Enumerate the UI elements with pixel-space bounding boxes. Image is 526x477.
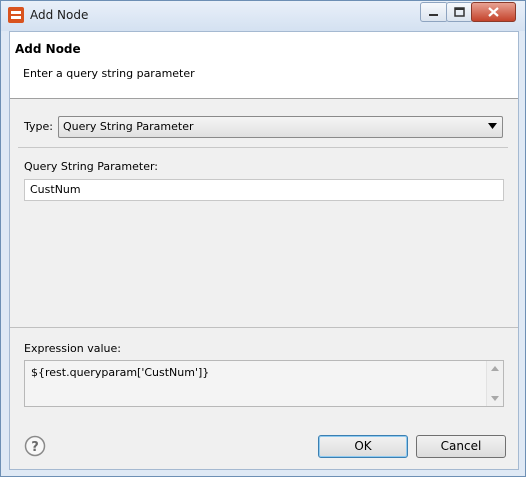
minimize-button[interactable] (420, 2, 448, 22)
minimize-icon (429, 14, 438, 16)
cancel-button[interactable]: Cancel (416, 435, 506, 458)
svg-text:?: ? (31, 440, 39, 455)
expression-label: Expression value: (24, 342, 121, 355)
header-title: Add Node (15, 42, 81, 56)
separator (10, 327, 518, 328)
scroll-down-icon[interactable] (491, 396, 499, 401)
expression-scrollbar[interactable] (486, 361, 503, 406)
app-logo-icon (8, 7, 24, 23)
expression-value-field[interactable]: ${rest.queryparam['CustNum']} (24, 360, 504, 407)
type-dropdown[interactable]: Query String Parameter (58, 116, 503, 138)
type-dropdown-value: Query String Parameter (63, 120, 194, 133)
ok-button[interactable]: OK (318, 435, 408, 458)
type-label: Type: (24, 120, 53, 133)
maximize-icon (454, 7, 465, 17)
scroll-up-icon[interactable] (491, 366, 499, 371)
query-param-input[interactable]: CustNum (24, 179, 504, 201)
dialog-header: Add Node Enter a query string parameter (10, 32, 518, 99)
dialog-client-area: Add Node Enter a query string parameter … (9, 31, 519, 470)
help-question-icon[interactable]: ? (24, 435, 46, 457)
close-button[interactable] (471, 2, 516, 22)
maximize-button[interactable] (446, 2, 473, 22)
query-param-label: Query String Parameter: (24, 160, 158, 173)
separator (18, 147, 508, 148)
dialog-window: Add Node Add Node Enter a query string p… (0, 0, 526, 477)
close-icon (488, 7, 499, 17)
query-param-input-value: CustNum (30, 183, 81, 196)
chevron-down-icon (488, 123, 497, 129)
window-title: Add Node (30, 8, 89, 22)
header-subtitle: Enter a query string parameter (23, 67, 195, 80)
expression-value-text: ${rest.queryparam['CustNum']} (31, 366, 210, 379)
title-bar[interactable]: Add Node (1, 1, 525, 31)
